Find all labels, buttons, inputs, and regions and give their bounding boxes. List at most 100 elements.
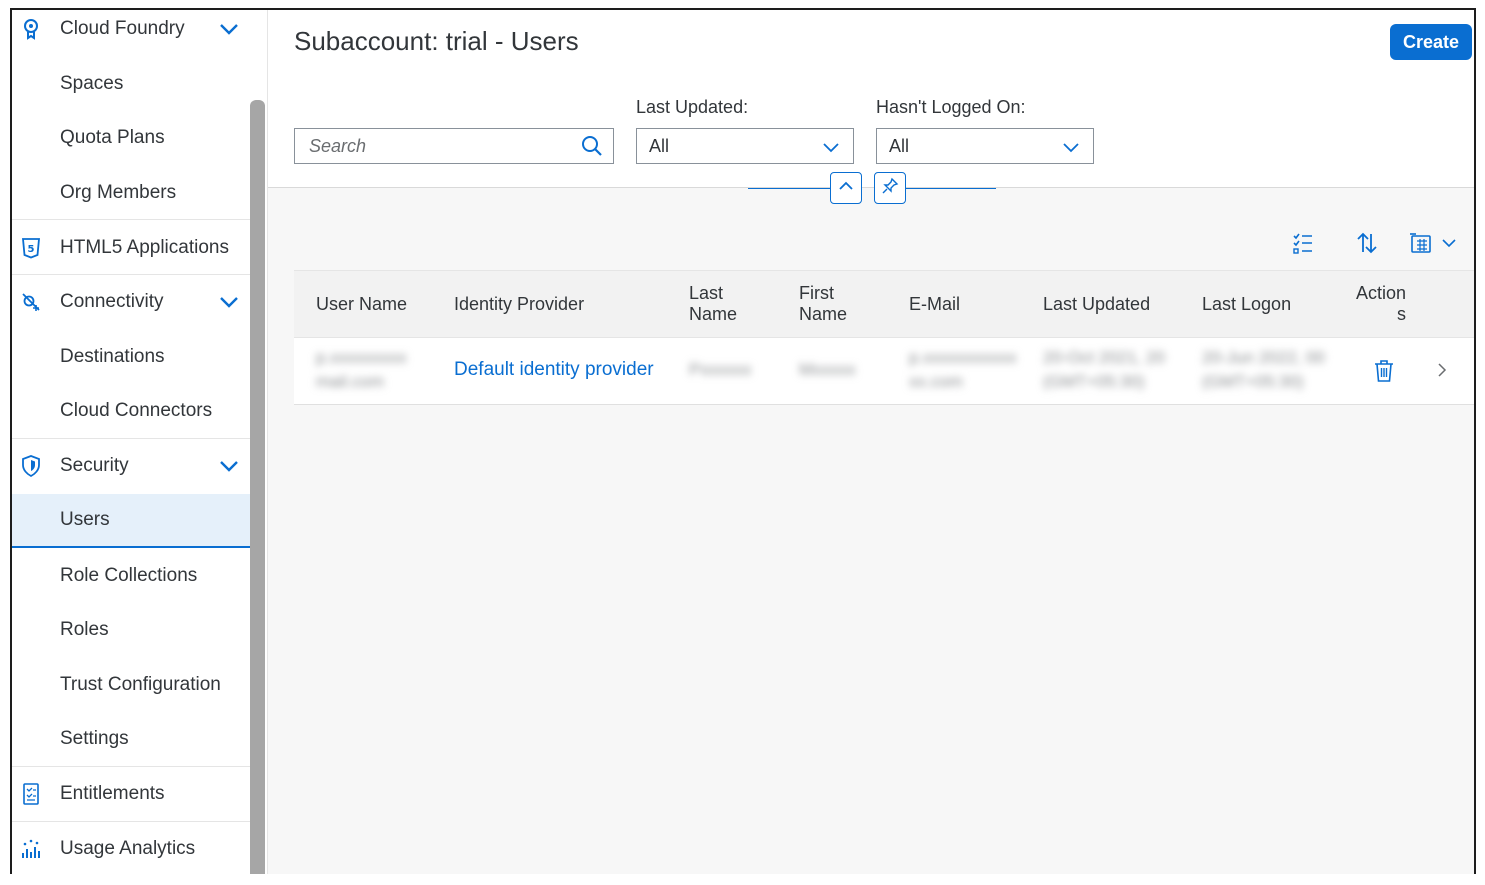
sidebar-item-spaces[interactable]: Spaces — [12, 57, 250, 111]
chevron-down-icon[interactable] — [218, 291, 240, 313]
sidebar-item-label: Usage Analytics — [60, 838, 196, 859]
sidebar-item-cloud-connectors[interactable]: Cloud Connectors — [12, 384, 250, 438]
chevron-up-icon — [837, 177, 855, 200]
sidebar-item-quota-plans[interactable]: Quota Plans — [12, 111, 250, 165]
column-header-actions: Action s — [1354, 283, 1406, 325]
identity-provider-link[interactable]: Default identity provider — [454, 358, 654, 382]
sidebar-item-usage-analytics[interactable]: Usage Analytics — [12, 822, 250, 874]
hasnt-logged-on-value: All — [889, 136, 910, 156]
sidebar-item-label: Users — [60, 509, 110, 530]
cell-text: (GMT+05:30) — [1043, 372, 1145, 391]
page-header: Subaccount: trial - Users Create Last Up… — [268, 10, 1474, 188]
chevron-right-icon[interactable] — [1434, 360, 1450, 384]
create-button[interactable]: Create — [1390, 24, 1472, 60]
column-header-last-updated[interactable]: Last Updated — [1043, 294, 1150, 315]
sidebar-item-label: Cloud Foundry — [60, 18, 185, 39]
last-updated-select[interactable]: All — [636, 128, 854, 164]
chevron-down-icon — [1061, 137, 1081, 157]
sidebar-item-label: Quota Plans — [60, 127, 165, 148]
table-header: User Name Identity Provider Last Name Fi… — [294, 270, 1474, 338]
column-header-identity-provider[interactable]: Identity Provider — [454, 294, 584, 315]
collapse-header-button[interactable] — [830, 172, 862, 204]
sidebar-item-label: Entitlements — [60, 783, 165, 804]
sidebar-item-destinations[interactable]: Destinations — [12, 330, 250, 384]
sidebar-item-label: Destinations — [60, 346, 165, 367]
export-spreadsheet-icon[interactable] — [1408, 230, 1434, 256]
sidebar-item-label: Connectivity — [60, 291, 164, 312]
sidebar-item-label: Trust Configuration — [60, 674, 221, 695]
search-input[interactable] — [295, 129, 575, 163]
chevron-down-icon[interactable] — [218, 18, 240, 40]
sidebar-item-org-members[interactable]: Org Members — [12, 166, 250, 220]
pin-header-button[interactable] — [874, 172, 906, 204]
sidebar-item-html5-applications[interactable]: 5 HTML5 Applications — [12, 221, 250, 275]
sidebar-item-entitlements[interactable]: Entitlements — [12, 767, 250, 821]
cell-text: (GMT+05:30) — [1202, 372, 1304, 391]
table-row[interactable]: p.xxxxxxxxx mail.com Default identity pr… — [294, 338, 1474, 405]
search-field[interactable] — [294, 128, 614, 164]
column-header-text: s — [1397, 304, 1406, 324]
hasnt-logged-on-select[interactable]: All — [876, 128, 1094, 164]
app-frame: Cloud Foundry Spaces Quota Plans Org Mem… — [10, 8, 1476, 874]
cell-text: mail.com — [316, 372, 385, 391]
column-header-text: Last — [689, 283, 724, 303]
sidebar-item-settings[interactable]: Settings — [12, 712, 250, 766]
cell-first-name: Mxxxxx — [799, 360, 856, 379]
cell-text: 20-Oct 2021, 20 — [1043, 348, 1165, 367]
connectivity-icon — [20, 291, 42, 313]
html5-icon: 5 — [20, 237, 42, 259]
svg-text:5: 5 — [28, 244, 35, 255]
chevron-down-icon[interactable] — [218, 455, 240, 477]
column-header-text: First — [799, 283, 834, 303]
cell-text: p.xxxxxxxxxxx — [909, 348, 1017, 367]
cell-email: p.xxxxxxxxxxx xx.com — [909, 346, 1017, 394]
search-icon[interactable] — [581, 135, 603, 157]
column-header-last-name[interactable]: Last Name — [689, 283, 737, 325]
sidebar-item-label: Roles — [60, 619, 109, 640]
chevron-down-icon[interactable] — [1440, 230, 1458, 256]
column-header-last-logon[interactable]: Last Logon — [1202, 294, 1291, 315]
sidebar-item-label: Settings — [60, 728, 129, 749]
sidebar-item-label: Cloud Connectors — [60, 400, 213, 421]
entitlements-icon — [20, 783, 42, 805]
cell-user-name: p.xxxxxxxxx mail.com — [316, 346, 407, 394]
cell-text: xx.com — [909, 372, 963, 391]
sidebar-item-label: Org Members — [60, 182, 177, 203]
usage-analytics-icon — [20, 838, 42, 860]
chevron-down-icon — [821, 137, 841, 157]
sidebar-item-users[interactable]: Users — [12, 494, 250, 548]
sidebar: Cloud Foundry Spaces Quota Plans Org Mem… — [12, 10, 250, 874]
last-updated-value: All — [649, 136, 670, 156]
pin-icon — [881, 177, 899, 200]
sidebar-item-label: Spaces — [60, 73, 124, 94]
divider — [12, 219, 250, 220]
last-updated-label: Last Updated: — [636, 97, 749, 117]
sort-icon[interactable] — [1354, 230, 1380, 256]
sidebar-item-cloud-foundry[interactable]: Cloud Foundry — [12, 10, 250, 56]
sidebar-item-roles[interactable]: Roles — [12, 603, 250, 657]
page-title: Subaccount: trial - Users — [294, 26, 579, 56]
sidebar-item-label: HTML5 Applications — [60, 237, 229, 258]
column-header-text: Action — [1355, 283, 1406, 303]
delete-icon[interactable] — [1372, 359, 1396, 383]
sidebar-item-role-collections[interactable]: Role Collections — [12, 549, 250, 603]
sidebar-item-security[interactable]: Security — [12, 439, 250, 493]
column-header-user-name[interactable]: User Name — [316, 294, 407, 315]
select-list-icon[interactable] — [1290, 230, 1316, 256]
column-header-first-name[interactable]: First Name — [799, 283, 847, 325]
sidebar-scrollbar-thumb[interactable] — [250, 100, 265, 874]
main-content: Subaccount: trial - Users Create Last Up… — [268, 10, 1474, 874]
cell-last-logon: 20-Jun 2022, 00 (GMT+05:30) — [1202, 346, 1325, 394]
divider — [748, 188, 832, 189]
sidebar-item-connectivity[interactable]: Connectivity — [12, 275, 250, 329]
column-header-email[interactable]: E-Mail — [909, 294, 960, 315]
cell-last-name: Pxxxxxx — [689, 360, 752, 379]
shield-icon — [20, 455, 42, 477]
sidebar-item-label: Security — [60, 455, 129, 476]
sidebar-item-trust-configuration[interactable]: Trust Configuration — [12, 658, 250, 712]
cell-text: p.xxxxxxxxx — [316, 348, 407, 367]
column-header-text: Name — [799, 304, 848, 324]
divider — [906, 188, 996, 189]
sidebar-item-label: Role Collections — [60, 565, 198, 586]
hasnt-logged-on-label: Hasn't Logged On: — [876, 97, 1026, 117]
